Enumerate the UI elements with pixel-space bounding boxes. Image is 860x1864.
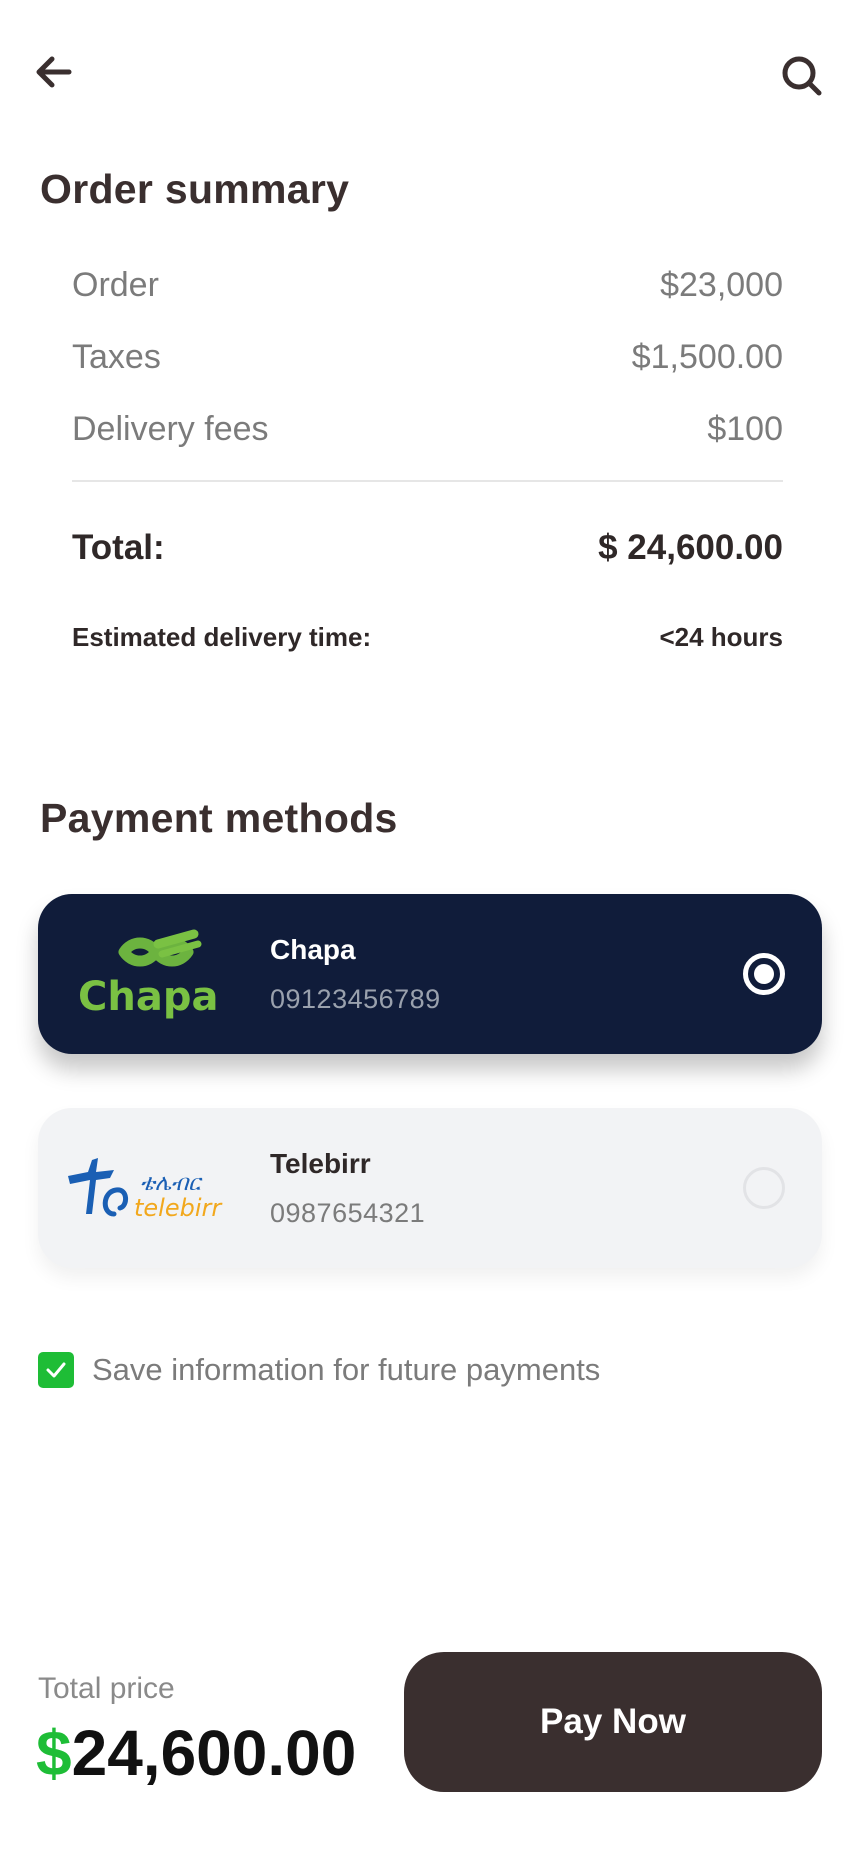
- save-info-label: Save information for future payments: [92, 1352, 601, 1387]
- back-arrow-icon[interactable]: [26, 44, 82, 100]
- summary-row-taxes: Taxes $1,500.00: [72, 338, 783, 377]
- checkout-screen: Order summary Order $23,000 Taxes $1,500…: [0, 0, 860, 1864]
- payment-method-number: 0987654321: [270, 1198, 426, 1228]
- currency-symbol: $: [36, 1717, 72, 1789]
- summary-total-row: Total: $ 24,600.00: [72, 528, 783, 568]
- total-price-label: Total price: [38, 1672, 175, 1705]
- summary-value: $100: [707, 410, 783, 448]
- total-value: $ 24,600.00: [598, 528, 783, 567]
- radio-unselected[interactable]: [743, 1167, 785, 1209]
- save-info-option[interactable]: Save information for future payments: [38, 1352, 600, 1388]
- total-label: Total:: [72, 528, 165, 567]
- summary-value: $23,000: [660, 266, 783, 304]
- payment-method-chapa[interactable]: Chapa Chapa 09123456789: [38, 894, 822, 1054]
- summary-row-delivery-fees: Delivery fees $100: [72, 410, 783, 449]
- summary-label: Delivery fees: [72, 410, 269, 448]
- summary-label: Taxes: [72, 338, 161, 376]
- telebirr-logo-latin: telebirr: [134, 1194, 223, 1222]
- payment-method-number: 09123456789: [270, 984, 441, 1014]
- summary-label: Order: [72, 266, 159, 304]
- checkmark-icon: [46, 1362, 66, 1378]
- payment-method-name: Chapa: [270, 934, 356, 965]
- delivery-time-value: <24 hours: [659, 622, 783, 652]
- radio-selected[interactable]: [743, 953, 785, 995]
- pay-now-button[interactable]: Pay Now: [404, 1652, 822, 1792]
- chapa-logo-text: Chapa: [78, 974, 218, 1020]
- delivery-time-row: Estimated delivery time: <24 hours: [72, 622, 783, 653]
- telebirr-logo-amharic: ቴሌብር: [140, 1171, 203, 1196]
- order-summary-title: Order summary: [40, 166, 350, 212]
- summary-divider: [72, 480, 783, 482]
- chapa-logo: Chapa: [62, 914, 234, 1034]
- summary-value: $1,500.00: [631, 338, 783, 376]
- summary-row-order: Order $23,000: [72, 266, 783, 305]
- search-icon[interactable]: [774, 48, 830, 104]
- payment-method-name: Telebirr: [270, 1148, 371, 1179]
- total-price-value: 24,600.00: [71, 1717, 357, 1789]
- payment-methods-title: Payment methods: [40, 795, 398, 841]
- save-info-checkbox[interactable]: [38, 1352, 74, 1388]
- delivery-time-label: Estimated delivery time:: [72, 622, 372, 652]
- payment-method-telebirr[interactable]: ቴሌብር telebirr Telebirr 0987654321: [38, 1108, 822, 1268]
- telebirr-logo: ቴሌብር telebirr: [62, 1128, 234, 1248]
- total-price-amount: $24,600.00: [36, 1716, 356, 1790]
